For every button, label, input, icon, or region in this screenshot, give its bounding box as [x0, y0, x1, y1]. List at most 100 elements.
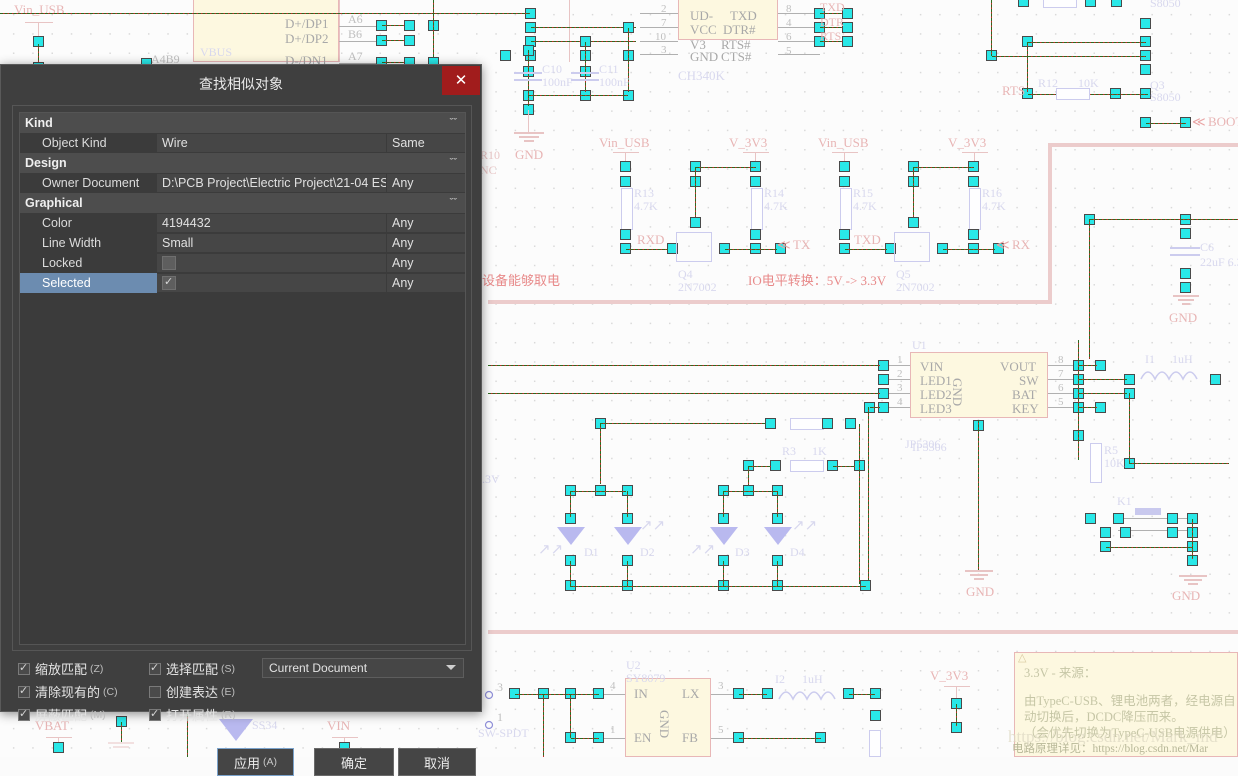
wire[interactable]	[1129, 463, 1229, 465]
wire[interactable]	[1192, 519, 1194, 559]
wire[interactable]	[382, 40, 404, 42]
close-icon[interactable]: ✕	[442, 66, 480, 95]
selection-handle[interactable]	[620, 161, 631, 172]
criteria-value[interactable]: 4194432	[157, 214, 386, 232]
wire[interactable]	[433, 0, 435, 62]
wire[interactable]	[723, 491, 725, 517]
criteria-grid[interactable]: Kind ˇˇ Object Kind Wire Same Design ˇˇ Owner D…	[19, 112, 466, 645]
resistor-body[interactable]	[840, 188, 852, 230]
option-clear-existing[interactable]: 清除现有的 (C)	[18, 682, 133, 701]
wire[interactable]	[695, 167, 697, 223]
selection-handle[interactable]	[1120, 527, 1131, 538]
ok-button[interactable]: 确定	[314, 748, 394, 776]
option-run-inspector[interactable]: 打开属性 (R)	[149, 705, 236, 724]
wire[interactable]	[845, 249, 887, 251]
wire[interactable]	[570, 694, 572, 738]
find-similar-objects-dialog[interactable]: 查找相似对象 ✕ Kind ˇˇ Object Kind Wire Same Design…	[0, 64, 482, 776]
wire[interactable]	[992, 56, 1146, 58]
criteria-row[interactable]: Color 4194432 Any	[20, 213, 465, 233]
checkbox-mask-matching[interactable]	[18, 707, 30, 721]
selection-handle[interactable]	[968, 229, 979, 240]
selection-handle[interactable]	[968, 176, 979, 187]
selection-handle[interactable]	[842, 36, 853, 47]
criteria-row[interactable]: Owner Document D:\PCB Project\Electric Pr…	[20, 173, 465, 193]
selection-handle[interactable]	[1113, 513, 1124, 524]
category-expander[interactable]: ˇˇ	[387, 113, 465, 133]
wire[interactable]	[868, 407, 870, 582]
criteria-row[interactable]: Locked Any	[20, 253, 465, 273]
selection-handle[interactable]	[1180, 228, 1191, 239]
checkbox-checked-icon[interactable]	[162, 275, 176, 290]
wire[interactable]	[570, 586, 866, 588]
wire[interactable]	[585, 42, 587, 92]
wire[interactable]	[0, 13, 530, 15]
switch-body[interactable]	[1135, 508, 1161, 515]
selection-handle[interactable]	[620, 176, 631, 187]
selection-handle[interactable]	[908, 217, 919, 228]
criteria-match-mode[interactable]: Any	[387, 174, 465, 192]
wire[interactable]	[570, 491, 626, 493]
wire[interactable]	[978, 420, 980, 570]
selection-handle[interactable]	[1167, 513, 1178, 524]
wire[interactable]	[1028, 42, 1146, 44]
checkbox-zoom-matching[interactable]	[18, 661, 30, 675]
checkbox-create-expression[interactable]	[149, 685, 161, 698]
selection-handle[interactable]	[1018, 0, 1029, 7]
selection-handle[interactable]	[1085, 513, 1096, 524]
wire[interactable]	[870, 407, 880, 409]
checkbox-unchecked-icon[interactable]	[162, 256, 176, 270]
wire[interactable]	[991, 0, 993, 56]
selection-handle[interactable]	[839, 176, 850, 187]
checkbox-select-matching[interactable]	[149, 661, 161, 675]
selection-handle[interactable]	[404, 20, 415, 31]
wire[interactable]	[488, 365, 880, 367]
wire[interactable]	[1079, 407, 1097, 409]
category-expander[interactable]: ˇˇ	[387, 193, 465, 213]
criteria-row[interactable]: Object Kind Wire Same	[20, 133, 465, 153]
wire[interactable]	[1079, 393, 1127, 395]
criteria-match-mode[interactable]: Any	[387, 214, 465, 232]
criteria-value[interactable]: Wire	[157, 134, 386, 152]
wire[interactable]	[859, 424, 861, 584]
wire[interactable]	[515, 694, 599, 696]
wire[interactable]	[1079, 379, 1127, 381]
wire[interactable]	[723, 491, 777, 493]
wire[interactable]	[739, 694, 767, 696]
wire[interactable]	[1090, 219, 1238, 221]
selection-handle[interactable]	[750, 229, 761, 240]
wire[interactable]	[600, 424, 602, 484]
selection-handle[interactable]	[1180, 268, 1191, 279]
resistor-body[interactable]	[969, 188, 981, 230]
selection-handle[interactable]	[1140, 18, 1151, 29]
resistor-body[interactable]	[869, 730, 881, 757]
wire[interactable]	[943, 249, 995, 251]
checkbox-run-inspector[interactable]	[149, 707, 161, 721]
criteria-match-mode[interactable]: Any	[387, 234, 465, 252]
apply-button[interactable]: 应用 (A)	[217, 748, 294, 776]
selection-handle[interactable]	[845, 418, 856, 429]
criteria-match-mode[interactable]: Any	[387, 254, 465, 272]
wire[interactable]	[1089, 219, 1091, 359]
selection-handle[interactable]	[500, 50, 511, 61]
wire[interactable]	[777, 561, 779, 586]
wire[interactable]	[1078, 340, 1080, 460]
selection-handle[interactable]	[750, 176, 761, 187]
selection-handle[interactable]	[1180, 282, 1191, 293]
wire[interactable]	[723, 561, 725, 586]
selection-handle[interactable]	[822, 418, 833, 429]
criteria-value-checkbox[interactable]	[157, 254, 386, 272]
wire[interactable]	[528, 50, 530, 106]
criteria-row[interactable]: Line Width Small Any	[20, 233, 465, 253]
wire[interactable]	[1129, 393, 1131, 463]
wire[interactable]	[833, 466, 855, 468]
wire[interactable]	[528, 95, 628, 97]
resistor-body[interactable]	[621, 188, 633, 230]
resistor-body[interactable]	[790, 418, 824, 430]
criteria-value-checkbox[interactable]	[157, 274, 386, 292]
criteria-value[interactable]: D:\PCB Project\Electric Project\21-04 ES…	[157, 174, 386, 192]
wire[interactable]	[725, 249, 777, 251]
option-create-expression[interactable]: 创建表达 (E)	[149, 682, 235, 701]
selection-handle[interactable]	[839, 161, 850, 172]
selection-handle[interactable]	[690, 217, 701, 228]
resistor-body[interactable]	[751, 188, 763, 230]
